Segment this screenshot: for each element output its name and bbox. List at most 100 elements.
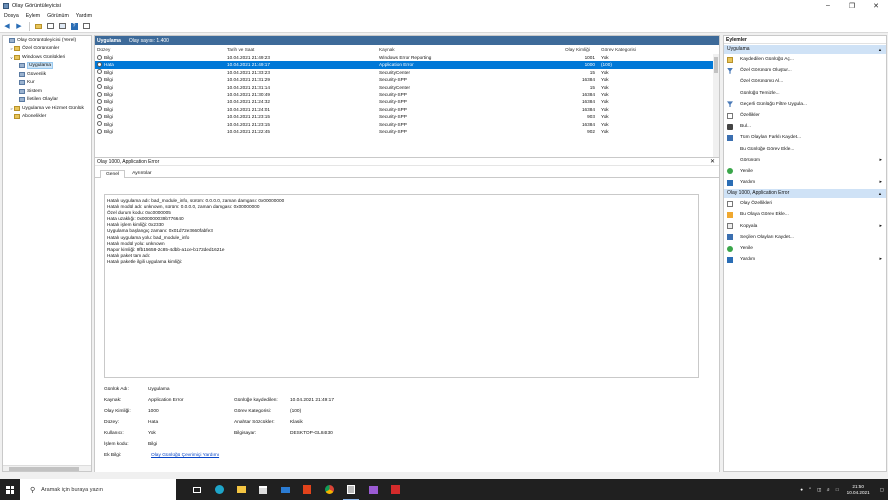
tree-item[interactable]: Abonelikler xyxy=(3,113,91,122)
cell-level: Bilgi xyxy=(97,84,113,91)
task-view-icon[interactable] xyxy=(186,479,208,500)
table-row[interactable]: Bilgi 10.04.2021 21:31:14 SecurityCenter 15… xyxy=(95,84,719,91)
action-item[interactable]: Yenile xyxy=(724,243,886,254)
table-row[interactable]: Hata 10.04.2021 21:49:17 Application Error… xyxy=(95,61,719,69)
tree-item[interactable]: Sistem xyxy=(3,87,91,96)
column-header-task-category[interactable]: Görev Kategorisi xyxy=(601,45,636,54)
table-row[interactable]: Bilgi 10.04.2021 21:24:32 Security-SPP 1638… xyxy=(95,98,719,105)
log-icon xyxy=(9,37,15,43)
menu-help[interactable]: Yardım xyxy=(76,13,92,19)
maximize-button[interactable]: ❐ xyxy=(840,0,864,11)
action-item[interactable]: Yardım ▸ xyxy=(724,177,886,188)
taskbar-search[interactable]: ⚲ Aramak için buraya yazın xyxy=(20,479,176,500)
action-item[interactable]: Seçilen Olayları Kaydet... xyxy=(724,232,886,243)
events-vertical-scrollbar[interactable] xyxy=(713,54,719,157)
action-item[interactable]: Geçerli Günlüğü Filtre Uygula... xyxy=(724,99,886,110)
table-header: Düzey Tarih ve Saat Kaynak Olay Kimliği … xyxy=(95,45,719,54)
people-icon[interactable]: ● xyxy=(800,487,803,492)
action-item[interactable]: Tüm Olayları Farklı Kaydet... xyxy=(724,132,886,143)
column-header-event-id[interactable]: Olay Kimliği xyxy=(565,45,590,54)
action-item-label: Yenile xyxy=(740,168,753,174)
action-item[interactable]: Özellikler xyxy=(724,110,886,121)
table-row[interactable]: Bilgi 10.04.2021 21:33:23 SecurityCenter 15… xyxy=(95,69,719,76)
office-icon[interactable] xyxy=(296,479,318,500)
table-row[interactable]: Bilgi 10.04.2021 21:23:15 Security-SPP 903 Y… xyxy=(95,113,719,120)
action-item[interactable]: Olay Özellikleri xyxy=(724,198,886,209)
taskbar-clock[interactable]: 21:50 10.04.2021 xyxy=(847,484,870,496)
folder-up-icon[interactable] xyxy=(33,21,43,31)
show-hidden-icons-icon[interactable]: ⌃ xyxy=(808,487,812,493)
back-arrow-icon[interactable]: ◀ xyxy=(2,21,12,31)
menu-file[interactable]: Dosya xyxy=(4,13,19,19)
table-row[interactable]: Bilgi 10.04.2021 21:23:15 Security-SPP 1638… xyxy=(95,121,719,128)
forward-arrow-icon[interactable]: ▶ xyxy=(14,21,24,31)
action-center-icon[interactable]: ▢ xyxy=(880,487,884,493)
action-item[interactable]: Günlüğü Temizle... xyxy=(724,88,886,99)
close-detail-icon[interactable]: ✕ xyxy=(710,158,715,165)
menu-action[interactable]: Eylem xyxy=(26,13,40,19)
red-app-icon[interactable] xyxy=(384,479,406,500)
tab-details[interactable]: Ayrıntılar xyxy=(126,169,157,178)
level-text: Hata xyxy=(104,62,114,68)
chrome-icon[interactable] xyxy=(318,479,340,500)
help-icon[interactable]: ? xyxy=(69,21,79,31)
action-item-label: Özel Görünüm Oluştur... xyxy=(740,68,792,74)
column-header-source[interactable]: Kaynak xyxy=(379,45,395,54)
event-description[interactable]: Hatalı uygulama adı: bad_module_info, sü… xyxy=(104,194,699,378)
event-viewer-taskbar-icon[interactable] xyxy=(340,479,362,500)
cell-datetime: 10.04.2021 21:24:32 xyxy=(227,99,271,105)
table-row[interactable]: Bilgi 10.04.2021 21:49:23 Windows Error Re… xyxy=(95,54,719,61)
table-row[interactable]: Bilgi 10.04.2021 21:24:01 Security-SPP 1638… xyxy=(95,106,719,113)
tree-item[interactable]: Güvenlik xyxy=(3,70,91,79)
tree-item[interactable]: İletilen Olaylar xyxy=(3,96,91,105)
cell-event-id: 16384 xyxy=(581,121,595,127)
action-item[interactable]: Görünüm ▸ xyxy=(724,155,886,166)
cell-level: Bilgi xyxy=(97,128,113,135)
minimize-button[interactable]: – xyxy=(816,0,840,11)
tree-item[interactable]: > Uygulama ve Hizmet Günlük xyxy=(3,104,91,113)
tree-horizontal-scrollbar[interactable] xyxy=(3,465,91,471)
column-header-datetime[interactable]: Tarih ve Saat xyxy=(227,45,254,54)
notification-icon[interactable]: □ xyxy=(836,487,839,492)
tree-item[interactable]: Uygulama xyxy=(3,62,91,71)
events-table: Düzey Tarih ve Saat Kaynak Olay Kimliği … xyxy=(95,45,719,157)
collapse-up-icon[interactable]: ▲ xyxy=(878,189,882,198)
tree-item[interactable]: Kur xyxy=(3,79,91,88)
close-button[interactable]: ✕ xyxy=(864,0,888,11)
tree-item-label: Güvenlik xyxy=(27,71,47,77)
table-row[interactable]: Bilgi 10.04.2021 21:31:29 Security-SPP 1638… xyxy=(95,76,719,83)
file-explorer-icon[interactable] xyxy=(230,479,252,500)
tree-item[interactable]: Olay Görüntüleyicisi (Yerel) xyxy=(3,36,91,45)
action-item[interactable]: Özel Görünümü Al... xyxy=(724,76,886,87)
action-pane-icon[interactable] xyxy=(81,21,91,31)
menu-view[interactable]: Görünüm xyxy=(47,13,69,19)
open-folder-icon xyxy=(727,56,733,63)
action-item[interactable]: Özel Görünüm Oluştur... xyxy=(724,65,886,76)
show-hide-tree-icon[interactable] xyxy=(45,21,55,31)
table-row[interactable]: Bilgi 10.04.2021 21:22:45 Security-SPP 902 Y… xyxy=(95,128,719,135)
actions-section-event[interactable]: Olay 1000, Application Error ▲ xyxy=(724,189,886,199)
actions-section-log[interactable]: Uygulama ▲ xyxy=(724,45,886,54)
store-icon[interactable] xyxy=(252,479,274,500)
properties-icon[interactable] xyxy=(57,21,67,31)
snipping-tool-icon[interactable] xyxy=(362,479,384,500)
action-item[interactable]: Kaydedilen Günlüğü Aç... xyxy=(724,54,886,65)
tree-item[interactable]: > Özel Görünümler xyxy=(3,45,91,54)
column-header-level[interactable]: Düzey xyxy=(97,45,110,54)
network-icon[interactable]: ◫ xyxy=(817,487,821,493)
action-item[interactable]: Kopyala ▸ xyxy=(724,221,886,232)
info-icon xyxy=(97,113,102,119)
edge-icon[interactable] xyxy=(208,479,230,500)
action-item[interactable]: Yenile xyxy=(724,166,886,177)
action-item[interactable]: Bu Günlüğe Görev Ekle... xyxy=(724,144,886,155)
table-row[interactable]: Bilgi 10.04.2021 21:30:49 Security-SPP 1638… xyxy=(95,91,719,98)
action-item[interactable]: Bu Olaya Görev Ekle... xyxy=(724,209,886,220)
start-button[interactable] xyxy=(0,479,20,500)
action-item[interactable]: Bul... xyxy=(724,121,886,132)
tree-item[interactable]: v Windows Günlükleri xyxy=(3,53,91,62)
online-help-link[interactable]: Olay Günlüğü Çevrimiçi Yardımı xyxy=(151,450,219,461)
action-item[interactable]: Yardım ▸ xyxy=(724,254,886,265)
volume-icon[interactable]: ♬ xyxy=(826,487,831,492)
collapse-up-icon[interactable]: ▲ xyxy=(878,45,882,54)
mail-icon[interactable] xyxy=(274,479,296,500)
